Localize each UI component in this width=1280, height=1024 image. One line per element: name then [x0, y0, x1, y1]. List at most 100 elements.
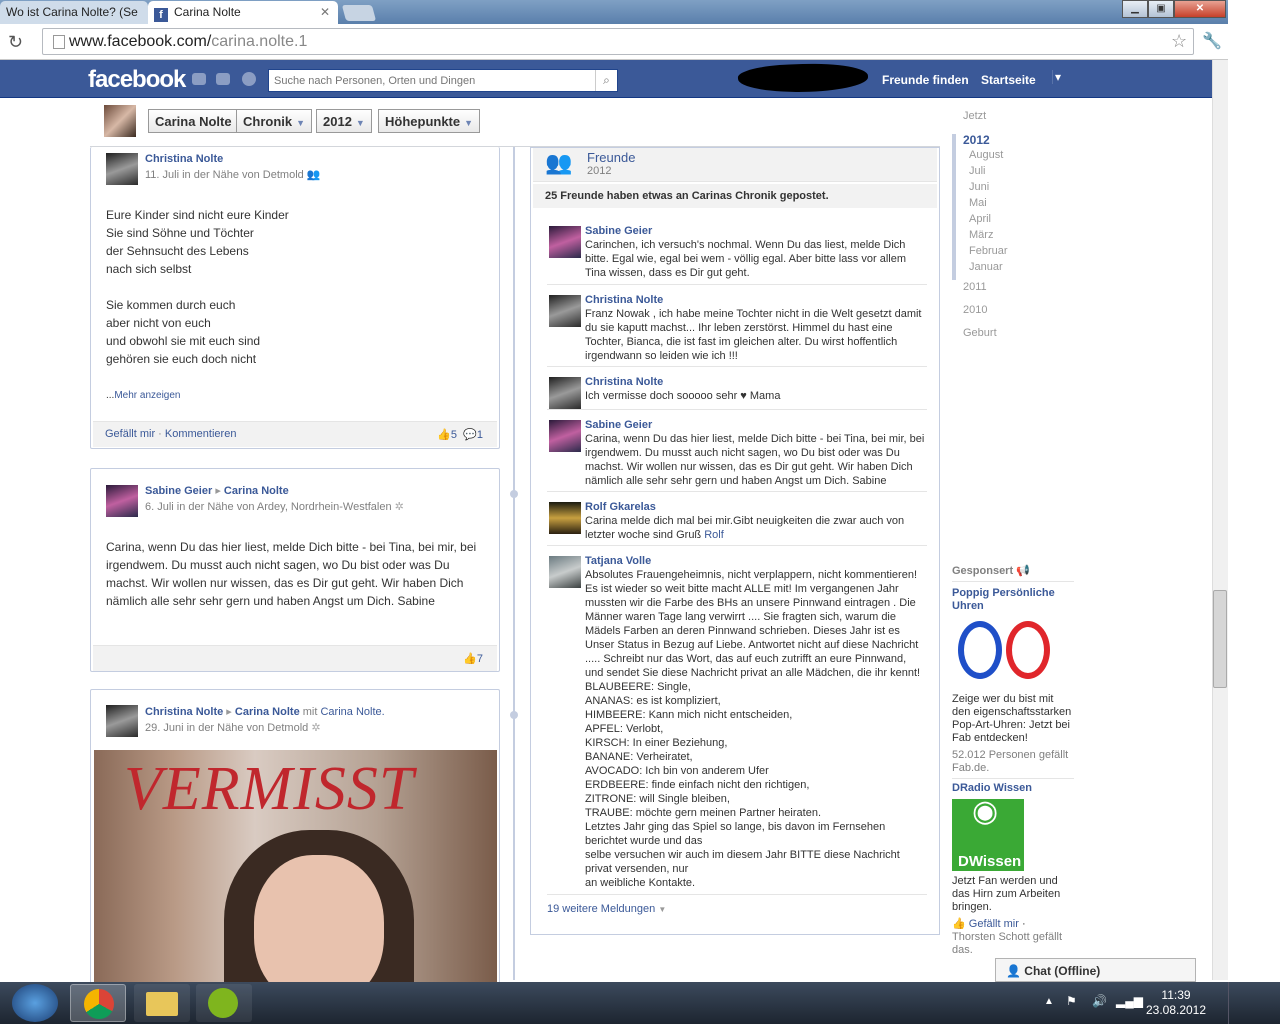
megaphone-icon[interactable]: 📢	[1016, 565, 1030, 577]
new-tab-button[interactable]	[341, 5, 377, 21]
target-link[interactable]: Carina Nolte	[224, 485, 289, 497]
nav-now[interactable]: Jetzt	[963, 110, 986, 122]
ad-title-link[interactable]: Poppig Persönliche Uhren	[952, 587, 1055, 612]
timeline-header: Carina Nolte Chronik ▼ 2012 ▼ Höhepunkte ▼	[90, 99, 940, 147]
chronik-dropdown[interactable]: Chronik ▼	[236, 109, 313, 133]
url-bar[interactable]: www.facebook.com/carina.nolte.1 ☆	[42, 28, 1194, 55]
messages-icon[interactable]	[216, 73, 230, 85]
page-icon	[53, 35, 65, 49]
story-meta[interactable]: 11. Juli in der Nähe von Detmold	[145, 169, 304, 181]
ie-icon[interactable]	[12, 984, 58, 1022]
chrome-taskbar-button[interactable]	[70, 984, 126, 1022]
poster-name[interactable]: Sabine Geier	[585, 225, 652, 237]
notifications-globe-icon[interactable]	[242, 72, 256, 86]
dwissen-logo[interactable]: ◉ DWissen	[952, 797, 1024, 871]
poster-avatar[interactable]	[549, 226, 581, 258]
poster-name[interactable]: Rolf Gkarelas	[585, 501, 656, 513]
like-count-icon[interactable]: 👍	[437, 429, 451, 441]
profile-name-button[interactable]: Carina Nolte	[148, 109, 239, 133]
maximize-button[interactable]: ▣	[1148, 0, 1174, 18]
comment-link[interactable]: Kommentieren	[165, 428, 237, 440]
nav-month[interactable]: Februar	[969, 245, 1008, 257]
friend-requests-icon[interactable]	[192, 73, 206, 85]
thumbs-up-icon[interactable]: 👍	[952, 918, 966, 930]
nav-month[interactable]: August	[969, 149, 1003, 161]
nav-year-2011[interactable]: 2011	[963, 281, 987, 293]
poster-avatar[interactable]	[549, 420, 581, 452]
poster-avatar[interactable]	[549, 502, 581, 534]
account-menu-arrow-icon[interactable]: ▾	[1052, 70, 1061, 84]
author-link[interactable]: Christina Nolte	[145, 706, 223, 718]
minimize-button[interactable]: ▁	[1122, 0, 1148, 18]
wrench-icon[interactable]: 🔧	[1202, 31, 1222, 51]
explorer-icon[interactable]	[134, 984, 190, 1022]
chat-bar[interactable]: 👤 Chat (Offline)	[995, 958, 1196, 982]
poster-name[interactable]: Christina Nolte	[585, 376, 663, 388]
close-window-button[interactable]: ✕	[1174, 0, 1226, 18]
volume-icon[interactable]: 🔊	[1092, 994, 1107, 1008]
browser-tab-1[interactable]: Wo ist Carina Nolte? (Se	[0, 1, 148, 24]
author-avatar[interactable]	[106, 153, 138, 185]
more-posts-link[interactable]: 19 weitere Meldungen	[547, 903, 655, 915]
bookmark-star-icon[interactable]: ☆	[1171, 31, 1187, 52]
page-scrollbar-thumb[interactable]	[1213, 590, 1227, 688]
author-avatar[interactable]	[106, 705, 138, 737]
story-text: Eure Kinder sind nicht eure Kinder Sie si…	[106, 208, 289, 366]
search-input[interactable]	[269, 70, 589, 91]
poster-avatar[interactable]	[549, 556, 581, 588]
year-dropdown[interactable]: 2012 ▼	[316, 109, 372, 133]
nav-month[interactable]: Juni	[969, 181, 989, 193]
ad-title-link[interactable]: DRadio Wissen	[952, 782, 1032, 794]
nav-birth[interactable]: Geburt	[963, 327, 997, 339]
missing-person-photo[interactable]: VERMISST	[94, 750, 497, 985]
author-avatar[interactable]	[106, 485, 138, 517]
comment-count-icon[interactable]: 💬	[463, 429, 477, 441]
nav-year-2010[interactable]: 2010	[963, 304, 987, 316]
close-tab-icon[interactable]: ✕	[320, 5, 330, 19]
story-meta[interactable]: 6. Juli in der Nähe von Ardey, Nordrhein…	[145, 501, 392, 513]
tray-expand-icon[interactable]: ▲	[1044, 996, 1054, 1007]
comment-count[interactable]: 1	[477, 429, 483, 441]
ad-like-link[interactable]: Gefällt mir	[969, 918, 1019, 930]
highlights-dropdown[interactable]: Höhepunkte ▼	[378, 109, 481, 133]
clock[interactable]: 11:39 23.08.2012	[1136, 988, 1216, 1018]
like-count[interactable]: 5	[451, 429, 457, 441]
poster-name[interactable]: Sabine Geier	[585, 419, 652, 431]
reload-icon[interactable]: ↻	[8, 32, 23, 53]
nav-year-2012[interactable]: 2012	[963, 133, 990, 147]
poster-name[interactable]: Tatjana Volle	[585, 555, 651, 567]
search-icon[interactable]: ⌕	[595, 70, 617, 91]
nav-month[interactable]: März	[969, 229, 993, 241]
nav-month[interactable]: April	[969, 213, 991, 225]
photo-face	[254, 855, 384, 985]
friend-post: Tatjana Volle Absolutes Frauengeheimnis,…	[547, 545, 927, 890]
page-scrollbar[interactable]	[1212, 60, 1228, 980]
tagged-link[interactable]: Carina Nolte.	[320, 706, 384, 718]
spotify-icon[interactable]	[196, 984, 252, 1022]
nav-month[interactable]: Januar	[969, 261, 1003, 273]
chevron-down-icon: ▼	[355, 118, 365, 128]
poster-signature-link[interactable]: Rolf	[704, 529, 724, 541]
like-count[interactable]: 7	[477, 653, 483, 665]
like-count-icon[interactable]: 👍	[463, 653, 477, 665]
poster-name[interactable]: Christina Nolte	[585, 294, 663, 306]
target-link[interactable]: Carina Nolte	[235, 706, 300, 718]
nav-month[interactable]: Mai	[969, 197, 987, 209]
show-more-link[interactable]: Mehr anzeigen	[114, 390, 180, 401]
author-link[interactable]: Sabine Geier	[145, 485, 212, 497]
poster-avatar[interactable]	[549, 377, 581, 409]
browser-tab-2[interactable]: f Carina Nolte ✕	[148, 1, 338, 24]
nav-month[interactable]: Juli	[969, 165, 986, 177]
show-desktop-button[interactable]	[1228, 982, 1280, 1024]
find-friends-link[interactable]: Freunde finden	[882, 73, 969, 87]
author-link[interactable]: Christina Nolte	[145, 153, 223, 165]
poster-avatar[interactable]	[549, 295, 581, 327]
action-center-flag-icon[interactable]: ⚑	[1066, 994, 1077, 1008]
home-link[interactable]: Startseite	[981, 73, 1036, 87]
friends-box-title[interactable]: Freunde	[587, 150, 635, 165]
like-link[interactable]: Gefällt mir	[105, 428, 155, 440]
profile-avatar[interactable]	[104, 105, 136, 137]
facebook-logo[interactable]: facebook	[88, 66, 186, 94]
story-meta[interactable]: 29. Juni in der Nähe von Detmold	[145, 722, 308, 734]
watches-image[interactable]	[952, 617, 1052, 689]
